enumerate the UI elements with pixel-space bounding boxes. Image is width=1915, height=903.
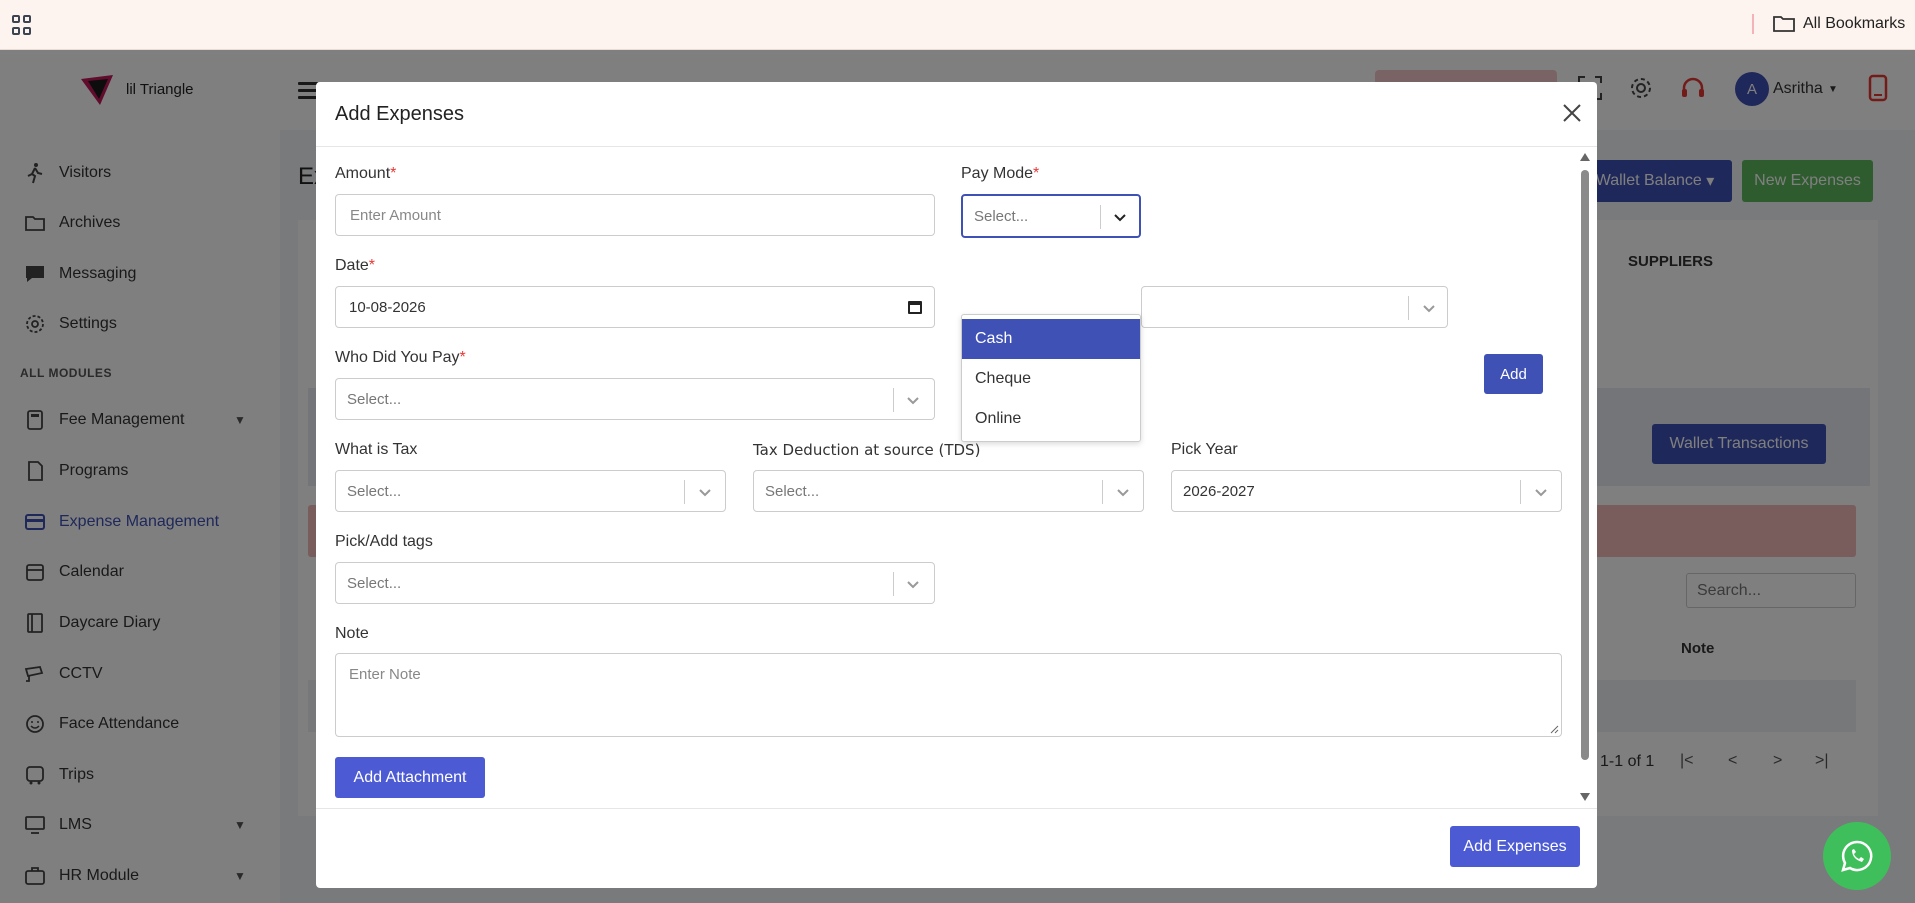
amount-label-text: Amount xyxy=(335,165,391,182)
add-expenses-button[interactable]: Add Expenses xyxy=(1450,826,1580,867)
bookmarks-bar: All Bookmarks xyxy=(0,0,1915,50)
pay-mode-dropdown: Cash Cheque Online xyxy=(961,314,1141,442)
chevron-down-icon[interactable] xyxy=(1114,483,1132,501)
all-bookmarks-link[interactable]: All Bookmarks xyxy=(1803,15,1905,33)
modal-title: Add Expenses xyxy=(335,103,464,125)
who-paid-select[interactable]: Select... xyxy=(335,378,935,420)
modal-body: Amount* Enter Amount Pay Mode* Select...… xyxy=(316,148,1597,808)
pay-mode-option-online[interactable]: Online xyxy=(962,399,1140,439)
modal-header: Add Expenses xyxy=(316,82,1597,147)
chevron-down-icon[interactable] xyxy=(1420,299,1438,317)
pick-year-value: 2026-2027 xyxy=(1183,483,1255,500)
pay-mode-placeholder: Select... xyxy=(974,208,1029,225)
who-paid-label-text: Who Did You Pay xyxy=(335,349,460,366)
modal-footer: Add Expenses xyxy=(316,808,1597,888)
required-mark: * xyxy=(1033,165,1040,182)
chevron-down-icon[interactable] xyxy=(1532,483,1550,501)
tax-label: What is Tax xyxy=(335,441,418,458)
pay-mode-label: Pay Mode* xyxy=(961,165,1039,183)
select-separator xyxy=(1102,480,1103,504)
whatsapp-icon[interactable] xyxy=(1823,822,1891,890)
required-mark: * xyxy=(390,165,397,182)
add-attachment-button[interactable]: Add Attachment xyxy=(335,757,485,798)
bookmarks-separator xyxy=(1752,14,1754,34)
apps-grid-icon[interactable] xyxy=(12,15,32,35)
select-separator xyxy=(1408,296,1409,320)
calendar-icon[interactable] xyxy=(907,299,923,315)
resize-handle-icon[interactable] xyxy=(1549,724,1559,734)
date-input[interactable]: 10-08-2026 xyxy=(335,286,935,328)
date-label-text: Date xyxy=(335,257,369,274)
required-mark: * xyxy=(368,257,376,274)
required-mark: * xyxy=(459,349,466,366)
add-expenses-modal: Add Expenses Amount* Enter Amount Pay Mo… xyxy=(316,82,1597,888)
select-separator xyxy=(893,572,894,596)
tds-placeholder: Select... xyxy=(765,483,820,500)
select-separator xyxy=(1100,205,1101,229)
note-textarea[interactable]: Enter Note xyxy=(335,653,1562,737)
select-separator xyxy=(684,480,685,504)
pay-mode-select[interactable]: Select... xyxy=(961,194,1141,238)
add-button[interactable]: Add xyxy=(1484,354,1543,394)
tags-select[interactable]: Select... xyxy=(335,562,935,604)
tds-label: Tax Deduction at source (TDS) xyxy=(753,441,981,459)
pay-mode-option-cheque[interactable]: Cheque xyxy=(962,359,1140,399)
modal-scrollbar[interactable] xyxy=(1578,148,1592,808)
tax-select[interactable]: Select... xyxy=(335,470,726,512)
pay-mode-option-cash[interactable]: Cash xyxy=(962,319,1140,359)
select-separator xyxy=(1520,480,1521,504)
tags-placeholder: Select... xyxy=(347,575,402,592)
who-paid-placeholder: Select... xyxy=(347,391,402,408)
close-icon[interactable] xyxy=(1561,102,1583,124)
scroll-up-icon[interactable] xyxy=(1580,153,1590,161)
amount-label: Amount* xyxy=(335,165,396,183)
who-paid-label: Who Did You Pay* xyxy=(335,349,466,367)
pay-mode-label-text: Pay Mode xyxy=(961,165,1034,182)
date-value: 10-08-2026 xyxy=(349,298,426,316)
scroll-down-icon[interactable] xyxy=(1580,793,1590,801)
amount-input[interactable]: Enter Amount xyxy=(335,194,935,236)
tds-select[interactable]: Select... xyxy=(753,470,1144,512)
pick-year-select[interactable]: 2026-2027 xyxy=(1171,470,1562,512)
supplier-select[interactable] xyxy=(1141,286,1448,328)
tags-label: Pick/Add tags xyxy=(335,533,433,550)
scroll-thumb[interactable] xyxy=(1581,170,1589,760)
chevron-down-icon[interactable] xyxy=(904,575,922,593)
note-placeholder: Enter Note xyxy=(349,666,421,683)
chevron-down-icon[interactable] xyxy=(696,483,714,501)
chevron-down-icon[interactable] xyxy=(904,391,922,409)
select-separator xyxy=(893,388,894,412)
chevron-down-icon[interactable] xyxy=(1111,208,1129,226)
tax-placeholder: Select... xyxy=(347,483,402,500)
note-label: Note xyxy=(335,625,369,642)
folder-icon[interactable] xyxy=(1773,14,1795,32)
date-label: Date* xyxy=(335,257,375,275)
pick-year-label: Pick Year xyxy=(1171,441,1238,458)
